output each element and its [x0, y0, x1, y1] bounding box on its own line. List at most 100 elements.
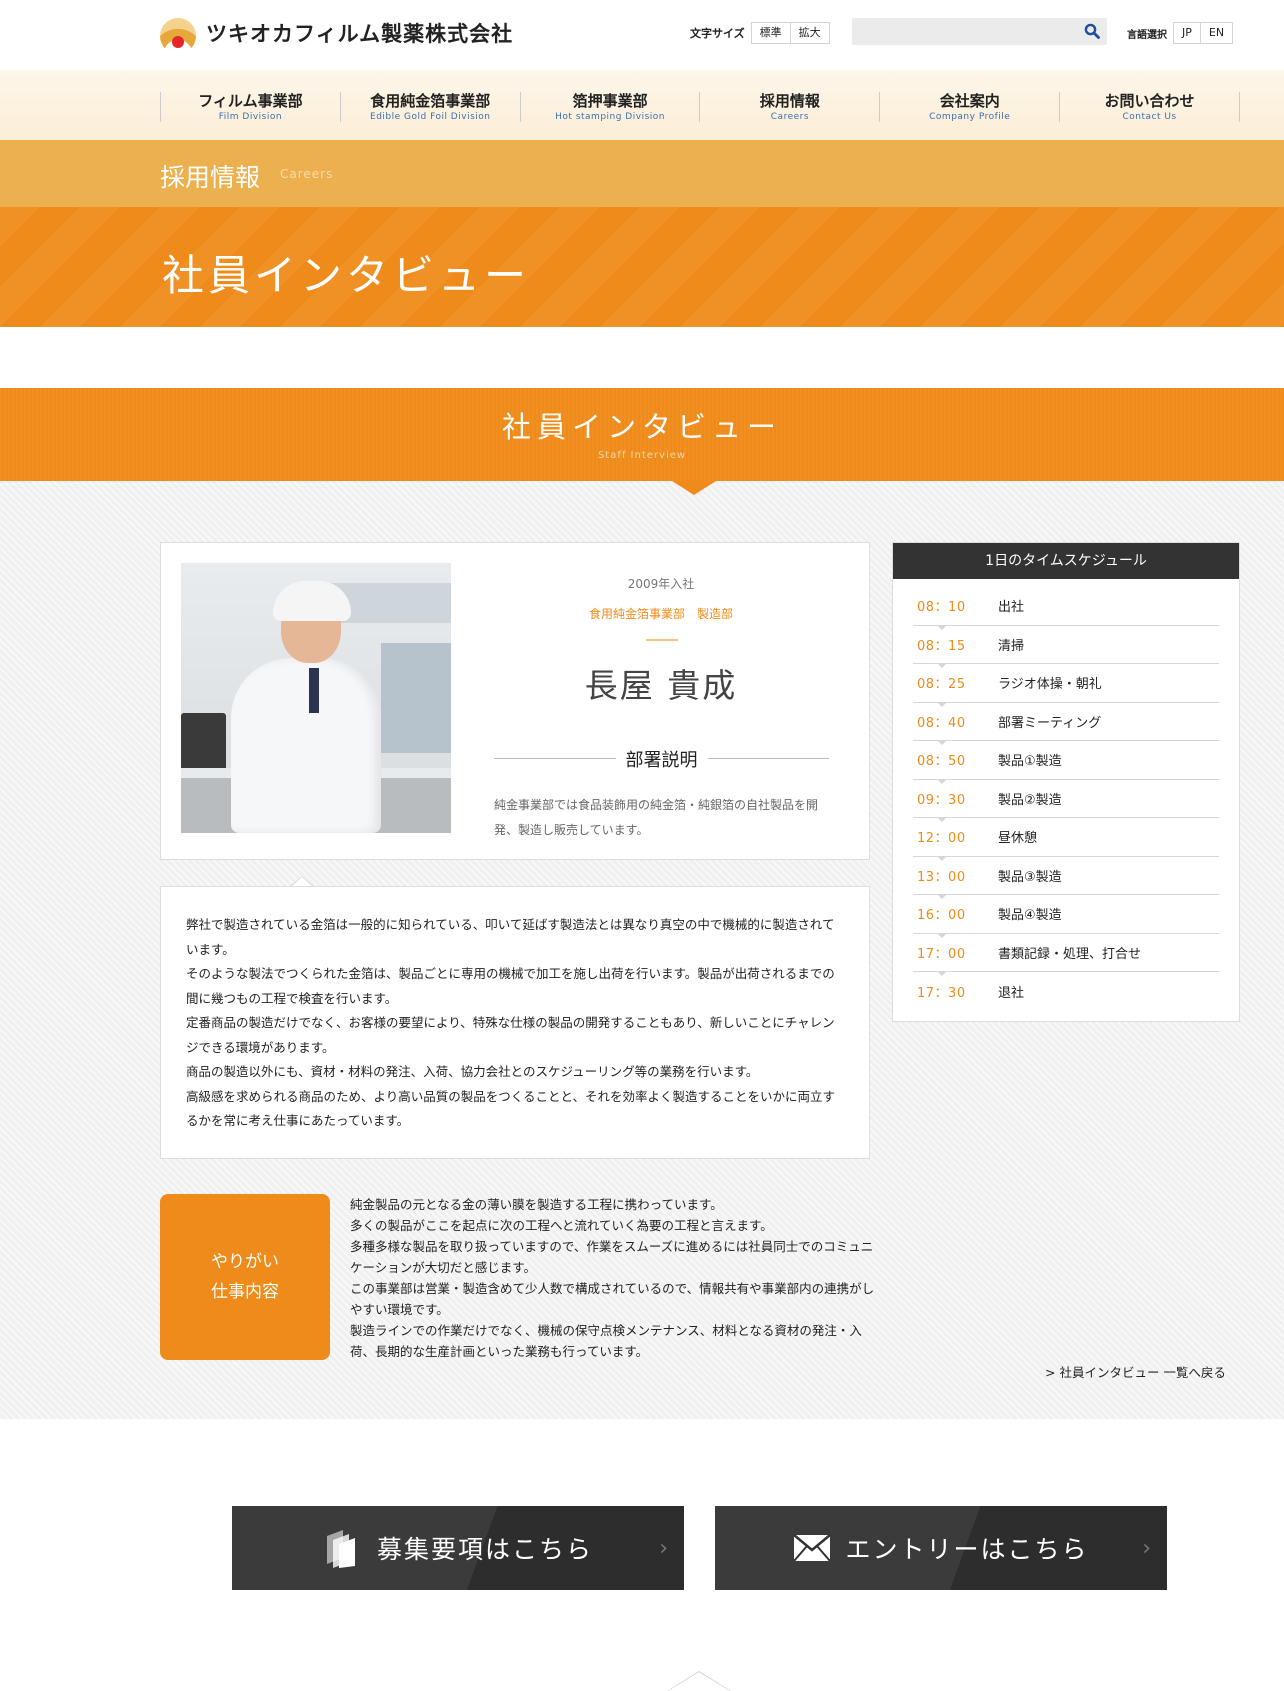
nav-label: お問い合わせ: [1104, 92, 1195, 110]
nav-item-film[interactable]: フィルム事業部 Film Division: [160, 92, 340, 122]
language-switcher: 言語選択 JP EN: [1127, 22, 1234, 44]
speech-notch-icon: [290, 876, 314, 887]
story-paragraph: 弊社で製造されている金箔は一般的に知られている、叩いて延ばす製造法とは異なり真空…: [186, 917, 835, 957]
nav-sublabel: Company Profile: [929, 112, 1011, 122]
nav-sublabel: Film Division: [218, 112, 283, 122]
category-band: 採用情報 Careers: [0, 140, 1284, 207]
nav-sublabel: Hot stamping Division: [555, 112, 665, 122]
font-size-large-button[interactable]: 拡大: [790, 22, 830, 44]
nav-sublabel: Careers: [770, 112, 810, 122]
nav-label: 採用情報: [759, 92, 820, 110]
schedule-item: 08：25 ラジオ体操・朝礼: [913, 664, 1219, 706]
search-icon[interactable]: [1084, 23, 1100, 39]
job-content-paragraph: 多種多様な製品を取り扱っていますので、作業をスムーズに進めるには社員同士でのコミ…: [350, 1239, 874, 1275]
language-label: 言語選択: [1127, 29, 1167, 41]
font-size-standard-button[interactable]: 標準: [750, 22, 791, 44]
schedule-event: 製品①製造: [998, 754, 1062, 770]
page-title: 社員インタビュー: [162, 251, 531, 300]
schedule-title: 1日のタイムスケジュール: [893, 543, 1239, 579]
section-arrow-icon: [672, 481, 716, 495]
chevron-right-icon: ›: [659, 1536, 670, 1561]
font-size-switcher: 文字サイズ 標準 拡大: [690, 22, 830, 44]
department-heading: 部署説明: [494, 746, 829, 771]
global-nav: フィルム事業部 Film Division 食用純金箔事業部 Edible Gold…: [0, 70, 1284, 140]
department-description: 純金事業部では食品装飾用の純金箔・純銀箔の自社製品を開発、製造し販売しています。: [494, 798, 819, 837]
department-heading-label: 部署説明: [615, 750, 708, 771]
schedule-item: 08：50 製品①製造: [913, 741, 1219, 783]
tag-line-2: 仕事内容: [211, 1282, 279, 1302]
job-content-text: 純金製品の元となる金の薄い膜を製造する工程に携わっています。 多くの製品がここを…: [350, 1194, 875, 1362]
schedule-time: 12：00: [917, 831, 966, 847]
nav-item-contact[interactable]: お問い合わせ Contact Us: [1059, 92, 1240, 122]
staff-photo: [181, 563, 451, 833]
site-header: ツキオカフィルム製薬株式会社 文字サイズ 標準 拡大 言語選択 JP EN: [0, 0, 1284, 70]
nav-sublabel: Edible Gold Foil Division: [370, 112, 491, 122]
interview-story: 弊社で製造されている金箔は一般的に知られている、叩いて延ばす製造法とは異なり真空…: [160, 886, 870, 1159]
category-title: 採用情報: [160, 163, 261, 192]
lang-jp-button[interactable]: JP: [1173, 22, 1201, 44]
schedule-item: 12：00 昼休憩: [913, 818, 1219, 860]
schedule-event: 書類記録・処理、打合せ: [998, 946, 1142, 962]
schedule-time: 08：15: [917, 638, 966, 654]
recruitment-guide-button[interactable]: 募集要項はこちら ›: [232, 1506, 684, 1590]
schedule-time: 08：10: [917, 600, 966, 616]
schedule-event: 製品②製造: [998, 792, 1062, 808]
page-top-icon[interactable]: [667, 1671, 731, 1691]
documents-icon: [326, 1530, 355, 1568]
divider: [646, 639, 678, 641]
story-paragraph: 定番商品の製造だけでなく、お客様の要望により、特殊な仕様の製品の開発することもあ…: [186, 1015, 835, 1055]
schedule-time: 17：30: [917, 985, 966, 1001]
schedule-event: ラジオ体操・朝礼: [998, 677, 1102, 693]
font-size-label: 文字サイズ: [690, 27, 745, 40]
department: 食用純金箔事業部 製造部: [588, 607, 733, 621]
nav-item-hot-stamping[interactable]: 箔押事業部 Hot stamping Division: [519, 92, 700, 122]
nav-label: 会社案内: [939, 92, 1000, 110]
back-to-list-link[interactable]: > 社員インタビュー 一覧へ戻る: [1045, 1362, 1226, 1381]
schedule-event: 部署ミーティング: [998, 715, 1102, 731]
lang-en-button[interactable]: EN: [1200, 22, 1234, 44]
schedule-time: 13：00: [917, 869, 966, 885]
entry-label: エントリーはこちら: [845, 1535, 1089, 1564]
schedule-item: 13：00 製品③製造: [913, 857, 1219, 899]
story-paragraph: 高級感を求められる商品のため、より高い品質の製品をつくることと、それを効率よく製…: [186, 1088, 836, 1129]
schedule-event: 製品③製造: [998, 869, 1062, 885]
search-box: [852, 18, 1107, 45]
page-title-banner: 社員インタビュー: [0, 207, 1284, 327]
job-content-tag: やりがい 仕事内容: [160, 1194, 330, 1360]
schedule-time: 16：00: [917, 908, 966, 924]
job-content-paragraph: 製造ラインでの作業だけでなく、機械の保守点検メンテナンス、材料となる資材の発注・…: [350, 1323, 862, 1359]
schedule-time: 08：50: [917, 754, 966, 770]
nav-label: フィルム事業部: [198, 92, 303, 110]
schedule-event: 清掃: [998, 638, 1025, 654]
tag-line-1: やりがい: [211, 1252, 279, 1272]
schedule-item: 08：40 部署ミーティング: [913, 703, 1219, 745]
chevron-right-icon: ›: [1142, 1536, 1153, 1561]
schedule-item: 08：10 出社: [913, 587, 1219, 629]
time-schedule: 1日のタイムスケジュール 08：10 出社 08：15 清掃 08：25 ラジオ体操・…: [892, 542, 1240, 1022]
schedule-event: 昼休憩: [998, 831, 1038, 847]
story-paragraph: 商品の製造以外にも、資材・材料の発注、入荷、協力会社とのスケジューリング等の業務…: [186, 1064, 759, 1079]
job-content-paragraph: 純金製品の元となる金の薄い膜を製造する工程に携わっています。: [350, 1197, 723, 1212]
schedule-event: 製品④製造: [998, 908, 1062, 924]
staff-name: 長屋 貴成: [584, 666, 738, 705]
logo-text: ツキオカフィルム製薬株式会社: [206, 22, 514, 46]
nav-item-company[interactable]: 会社案内 Company Profile: [879, 92, 1059, 122]
join-year: 2009年入社: [627, 577, 695, 591]
nav-item-gold-foil[interactable]: 食用純金箔事業部 Edible Gold Foil Division: [339, 92, 520, 122]
section-heading: 社員インタビュー Staff Interview: [0, 388, 1284, 481]
nav-sublabel: Contact Us: [1122, 112, 1177, 122]
schedule-event: 退社: [998, 985, 1025, 1001]
search-input[interactable]: [852, 18, 1072, 45]
schedule-item: 16：00 製品④製造: [913, 895, 1219, 937]
schedule-event: 出社: [998, 600, 1025, 616]
schedule-time: 08：40: [917, 715, 966, 731]
schedule-time: 17：00: [917, 946, 966, 962]
nav-item-careers[interactable]: 採用情報 Careers: [699, 92, 879, 122]
job-content-paragraph: 多くの製品がここを起点に次の工程へと流れていく為要の工程と言えます。: [350, 1218, 773, 1233]
site-logo[interactable]: ツキオカフィルム製薬株式会社: [160, 18, 514, 49]
nav-label: 食用純金箔事業部: [370, 92, 491, 110]
schedule-item: 17：00 書類記録・処理、打合せ: [913, 934, 1219, 976]
schedule-time: 08：25: [917, 677, 966, 693]
entry-button[interactable]: エントリーはこちら ›: [715, 1506, 1167, 1590]
category-subtitle: Careers: [280, 167, 334, 181]
